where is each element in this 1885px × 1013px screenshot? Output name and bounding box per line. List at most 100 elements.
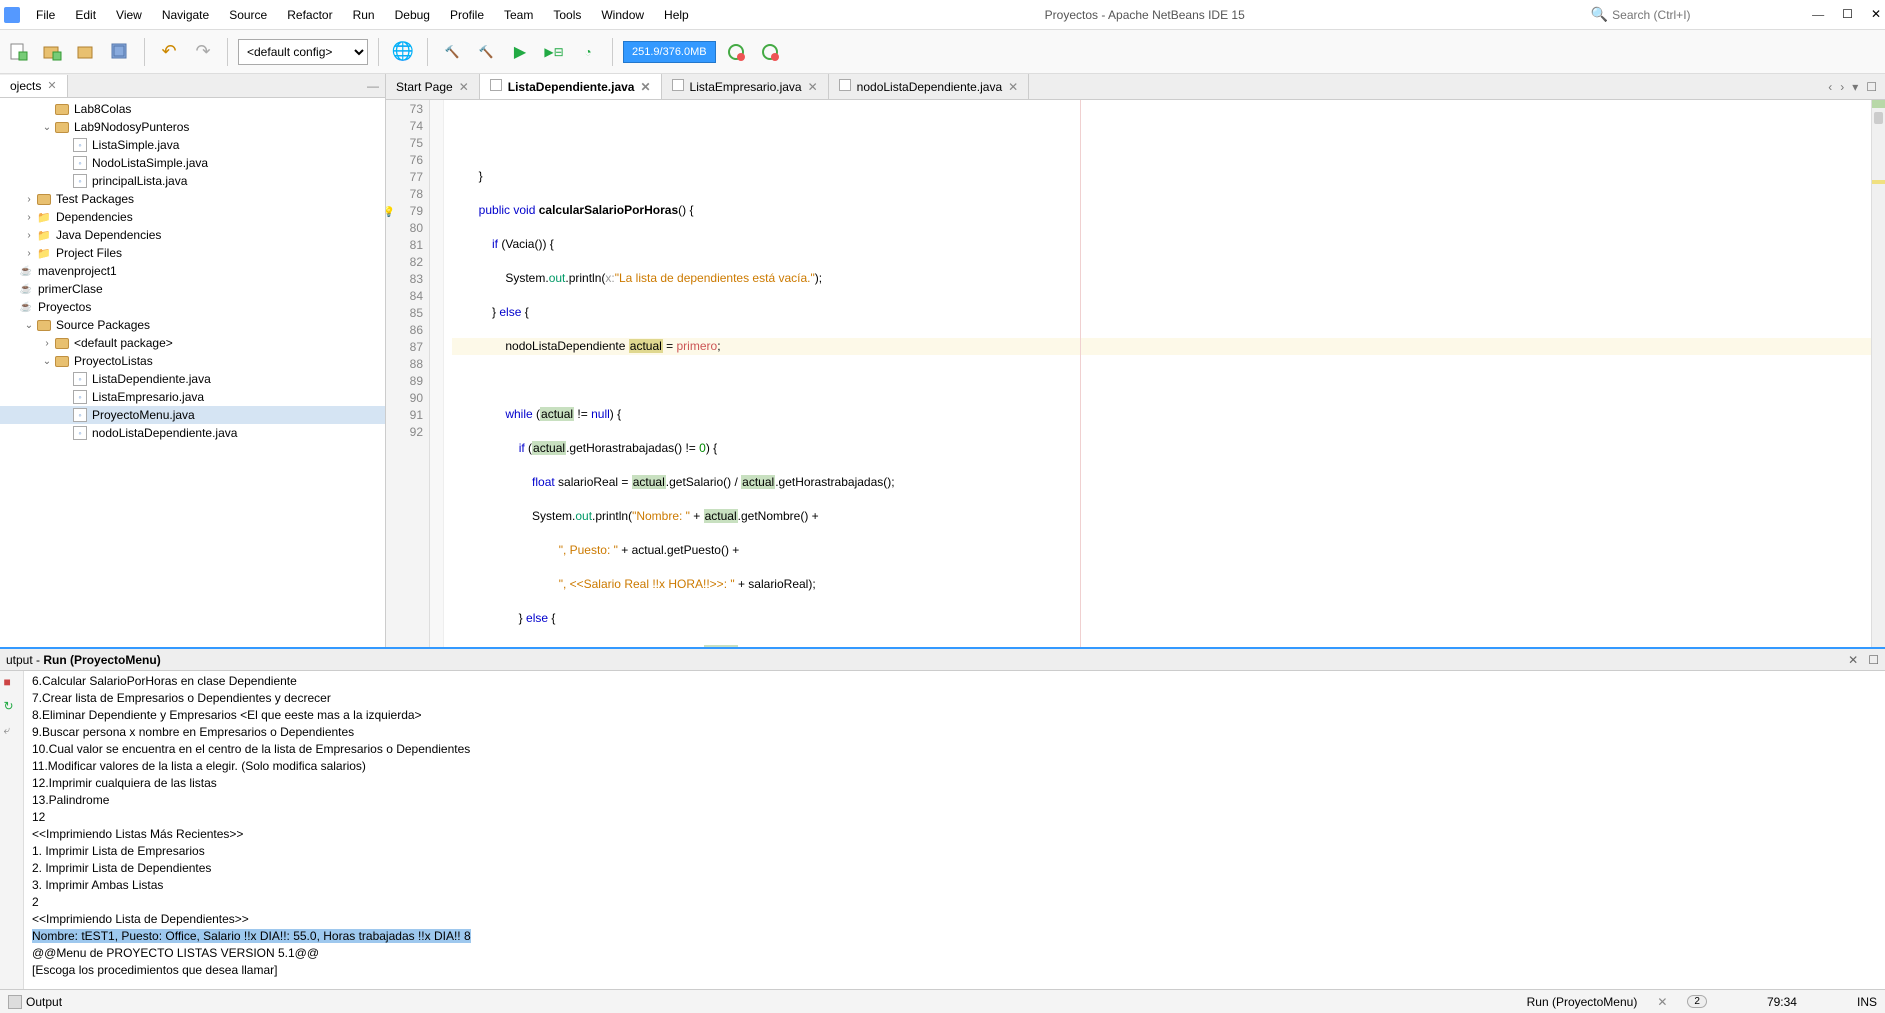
menu-view[interactable]: View	[106, 4, 152, 26]
tab-list-icon[interactable]: ▾	[1852, 80, 1858, 94]
new-file-button[interactable]	[4, 38, 32, 66]
chevron-right-icon[interactable]: ›	[22, 230, 36, 241]
stop-run-icon[interactable]: ■	[4, 675, 20, 691]
tree-node[interactable]: ⌄ProyectoListas	[0, 352, 385, 370]
chevron-right-icon[interactable]: ›	[40, 338, 54, 349]
editor-scrollbar[interactable]	[1871, 100, 1885, 647]
rerun-icon[interactable]: ↻	[4, 699, 20, 715]
menu-run[interactable]: Run	[343, 4, 385, 26]
java-file-icon: ◦	[72, 137, 88, 153]
tree-node[interactable]: Lab8Colas	[0, 100, 385, 118]
menu-source[interactable]: Source	[219, 4, 277, 26]
tree-node[interactable]: ⌄Lab9NodosyPunteros	[0, 118, 385, 136]
menu-profile[interactable]: Profile	[440, 4, 494, 26]
build-button[interactable]: 🔨	[438, 38, 466, 66]
menu-team[interactable]: Team	[494, 4, 543, 26]
scrollbar-thumb[interactable]	[1874, 112, 1883, 124]
project-tree[interactable]: Lab8Colas⌄Lab9NodosyPunteros◦ListaSimple…	[0, 98, 385, 647]
search-input[interactable]	[1612, 8, 1792, 22]
tree-node[interactable]: ◦nodoListaDependiente.java	[0, 424, 385, 442]
tree-node[interactable]: ⌄Source Packages	[0, 316, 385, 334]
tree-node[interactable]: ◦ListaDependiente.java	[0, 370, 385, 388]
package-icon	[36, 317, 52, 333]
wrap-icon[interactable]: ⤶	[4, 723, 20, 739]
output-line: 7.Crear lista de Empresarios o Dependien…	[32, 690, 1877, 707]
maximize-editor-icon[interactable]: ☐	[1866, 80, 1877, 94]
chevron-down-icon[interactable]: ⌄	[22, 320, 36, 331]
pause-button[interactable]	[722, 38, 750, 66]
editor-tab[interactable]: nodoListaDependiente.java✕	[829, 74, 1030, 99]
stop-button[interactable]	[756, 38, 784, 66]
run-button[interactable]: ▶	[506, 38, 534, 66]
sidebar-tab-projects[interactable]: ojects ✕	[0, 75, 68, 97]
maximize-button[interactable]: ☐	[1842, 7, 1853, 22]
menu-debug[interactable]: Debug	[385, 4, 440, 26]
close-icon[interactable]: ✕	[459, 80, 469, 94]
editor-tab[interactable]: ListaEmpresario.java✕	[662, 74, 829, 99]
close-icon[interactable]: ✕	[47, 79, 56, 92]
tree-node[interactable]: ›📁Java Dependencies	[0, 226, 385, 244]
redo-button[interactable]: ↷	[189, 38, 217, 66]
config-select[interactable]: <default config>	[238, 39, 368, 65]
memory-indicator[interactable]: 251.9/376.0MB	[623, 41, 716, 63]
new-project-button[interactable]	[38, 38, 66, 66]
close-icon[interactable]: ✕	[1008, 80, 1018, 94]
notifications-badge[interactable]: 2	[1687, 995, 1707, 1008]
undo-button[interactable]: ↶	[155, 38, 183, 66]
profile-button[interactable]: ◔	[574, 38, 602, 66]
package-icon	[54, 353, 70, 369]
tree-node[interactable]: ›📁Project Files	[0, 244, 385, 262]
tree-node[interactable]: mavenproject1	[0, 262, 385, 280]
java-file-icon: ◦	[72, 155, 88, 171]
tree-node[interactable]: ›📁Dependencies	[0, 208, 385, 226]
editor-tab[interactable]: Start Page✕	[386, 74, 480, 99]
tree-node[interactable]: ◦NodoListaSimple.java	[0, 154, 385, 172]
close-icon[interactable]: ✕	[808, 80, 818, 94]
maximize-output-icon[interactable]: ☐	[1868, 653, 1879, 667]
tree-node[interactable]: ◦principalLista.java	[0, 172, 385, 190]
output-console[interactable]: 6.Calcular SalarioPorHoras en clase Depe…	[24, 671, 1885, 989]
close-button[interactable]: ✕	[1871, 7, 1881, 22]
output-line: <<Imprimiendo Listas Más Recientes>>	[32, 826, 1877, 843]
chevron-down-icon[interactable]: ⌄	[40, 122, 54, 133]
tree-node[interactable]: ›Test Packages	[0, 190, 385, 208]
code-editor[interactable]: } public void calcularSalarioPorHoras() …	[444, 100, 1871, 647]
menu-window[interactable]: Window	[591, 4, 654, 26]
minimize-button[interactable]: —	[1812, 7, 1824, 22]
scroll-marker	[1872, 180, 1885, 184]
chevron-down-icon[interactable]: ⌄	[40, 356, 54, 367]
menu-edit[interactable]: Edit	[65, 4, 106, 26]
next-tab-icon[interactable]: ›	[1840, 80, 1844, 94]
minimize-panel-icon[interactable]: —	[367, 79, 379, 93]
hint-bulb-icon[interactable]: 💡	[386, 204, 395, 221]
menu-refactor[interactable]: Refactor	[277, 4, 342, 26]
menu-help[interactable]: Help	[654, 4, 699, 26]
browser-icon[interactable]: 🌐	[389, 38, 417, 66]
close-output-icon[interactable]: ✕	[1848, 653, 1858, 667]
clean-build-button[interactable]: 🔨	[472, 38, 500, 66]
open-project-button[interactable]	[72, 38, 100, 66]
status-close-run[interactable]: ✕	[1657, 995, 1667, 1009]
menu-tools[interactable]: Tools	[543, 4, 591, 26]
chevron-right-icon[interactable]: ›	[22, 248, 36, 259]
save-all-button[interactable]	[106, 38, 134, 66]
code-area: 73747576777879💡8081828384858687888990919…	[386, 100, 1885, 647]
close-icon[interactable]: ✕	[640, 80, 650, 94]
tree-node[interactable]: ◦ListaEmpresario.java	[0, 388, 385, 406]
fold-gutter[interactable]	[430, 100, 444, 647]
tree-node[interactable]: ◦ProyectoMenu.java	[0, 406, 385, 424]
menu-file[interactable]: File	[26, 4, 65, 26]
tree-node[interactable]: Proyectos	[0, 298, 385, 316]
debug-button[interactable]: ▶⊟	[540, 38, 568, 66]
prev-tab-icon[interactable]: ‹	[1828, 80, 1832, 94]
tree-node[interactable]: ›<default package>	[0, 334, 385, 352]
cursor-position: 79:34	[1767, 995, 1797, 1009]
menu-navigate[interactable]: Navigate	[152, 4, 219, 26]
chevron-right-icon[interactable]: ›	[22, 194, 36, 205]
global-search[interactable]: 🔍	[1591, 6, 1792, 23]
chevron-right-icon[interactable]: ›	[22, 212, 36, 223]
output-tab-button[interactable]: Output	[8, 995, 62, 1009]
tree-node[interactable]: primerClase	[0, 280, 385, 298]
editor-tab[interactable]: ListaDependiente.java✕	[480, 74, 662, 99]
tree-node[interactable]: ◦ListaSimple.java	[0, 136, 385, 154]
